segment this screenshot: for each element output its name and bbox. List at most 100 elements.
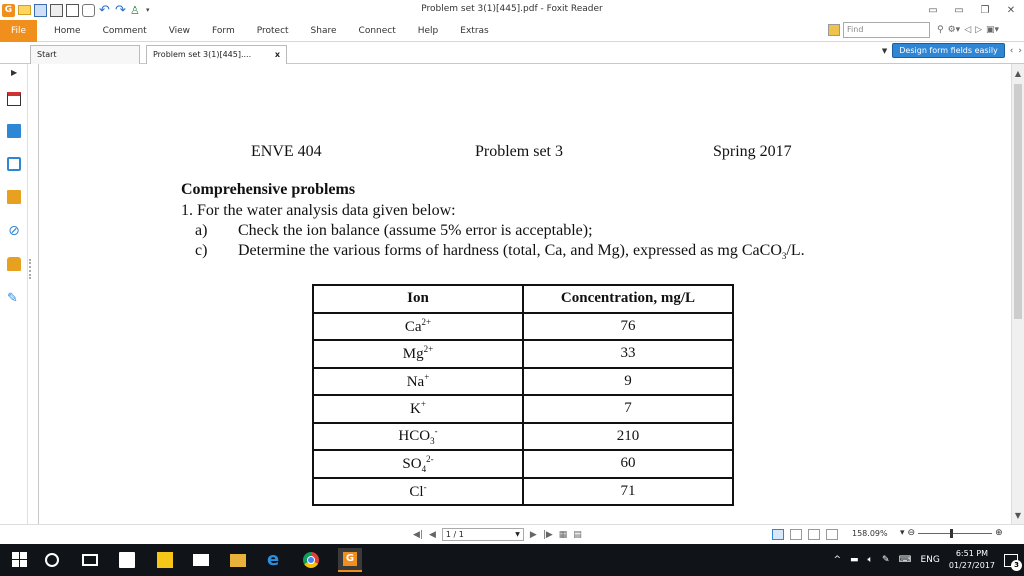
tab-comment[interactable]: Comment <box>92 20 158 42</box>
security-lock-icon[interactable] <box>7 257 21 271</box>
scroll-left-icon[interactable]: ‹ <box>1010 46 1014 56</box>
restore-button[interactable]: ❐ <box>972 5 998 16</box>
continuous-view-icon[interactable] <box>790 529 802 540</box>
store-icon[interactable] <box>119 552 135 568</box>
bookmarks-icon[interactable] <box>7 92 21 106</box>
single-page-view-icon[interactable] <box>772 529 784 540</box>
layers-icon[interactable] <box>7 190 21 204</box>
file-explorer-icon[interactable] <box>230 554 246 567</box>
zoom-level[interactable]: 158.09% <box>852 529 888 538</box>
windows-taskbar: e G ^ ▬ 🔈︎ ✎ ⌨ ENG 6:51 PM 01/27/2017 3 <box>0 544 1024 576</box>
zoom-dropdown-icon[interactable]: ▾ <box>900 528 905 538</box>
chrome-browser-icon[interactable] <box>303 552 319 568</box>
table-row: Na+ 9 <box>312 366 734 396</box>
pages-icon[interactable] <box>7 124 21 138</box>
next-result-icon[interactable]: ▷ <box>975 25 982 35</box>
layout-alt-icon[interactable]: ▤ <box>573 530 582 540</box>
zoom-out-icon[interactable]: ⊖ <box>908 528 916 538</box>
signatures-icon[interactable]: ✎ <box>7 292 21 306</box>
clock-date: 01/27/2017 <box>948 561 995 570</box>
redo-icon[interactable]: ↷ <box>114 4 127 17</box>
tab-share[interactable]: Share <box>300 20 348 42</box>
scroll-thumb[interactable] <box>1014 84 1022 319</box>
print-icon[interactable] <box>50 3 63 17</box>
minimize-button[interactable]: ▭ <box>946 5 972 16</box>
options-icon[interactable]: ▣▾ <box>986 25 999 35</box>
find-bar: Find ⚲ ⚙▾ ◁ ▷ ▣▾ <box>828 22 999 38</box>
zoom-slider[interactable] <box>918 528 993 538</box>
find-input[interactable]: Find <box>843 22 930 38</box>
hand-tool-icon[interactable] <box>82 3 95 17</box>
open-folder-icon[interactable] <box>18 5 31 15</box>
zoom-slider-thumb[interactable] <box>950 528 954 538</box>
find-tool-icon[interactable] <box>828 24 840 36</box>
action-center-icon[interactable]: 3 <box>1004 553 1022 571</box>
first-page-icon[interactable]: ◀| <box>413 530 423 540</box>
search-icon[interactable]: ⚲ <box>937 25 944 35</box>
tab-document[interactable]: Problem set 3(1)[445].... x <box>146 45 287 64</box>
foxit-reader-taskbar-icon[interactable]: G <box>338 548 362 572</box>
attachments-icon[interactable]: ⊘ <box>7 224 21 238</box>
settings-icon[interactable]: ⚙▾ <box>948 25 961 35</box>
continuous-facing-view-icon[interactable] <box>826 529 838 540</box>
battery-icon[interactable]: ▬ <box>850 555 859 565</box>
tab-file[interactable]: File <box>0 19 37 42</box>
design-form-fields-button[interactable]: Design form fields easily <box>892 43 1005 58</box>
expand-panel-icon[interactable]: ▶ <box>11 68 17 77</box>
volume-icon[interactable]: 🔈︎ <box>868 555 873 565</box>
facing-view-icon[interactable] <box>808 529 820 540</box>
previous-result-icon[interactable]: ◁ <box>964 25 971 35</box>
foxit-logo-icon[interactable]: G <box>2 3 15 17</box>
scroll-down-icon[interactable]: ▼ <box>1012 510 1024 522</box>
zoom-in-icon[interactable]: ⊕ <box>995 528 1003 538</box>
close-tab-icon[interactable]: x <box>275 46 280 64</box>
window-controls: ▭ ▭ ❐ ✕ <box>920 0 1024 20</box>
stamp-icon[interactable]: ♙ <box>130 4 143 17</box>
keyboard-icon[interactable]: ⌨ <box>898 555 911 565</box>
show-hidden-icons-icon[interactable]: ^ <box>833 555 841 565</box>
tab-form[interactable]: Form <box>201 20 246 42</box>
layout-icon[interactable]: ▦ <box>559 530 568 540</box>
problem-statement: 1. For the water analysis data given bel… <box>181 202 456 219</box>
vertical-scrollbar[interactable]: ▲ ▼ <box>1011 64 1024 524</box>
table-row: K+ 7 <box>312 394 734 424</box>
tab-view[interactable]: View <box>158 20 201 42</box>
language-indicator[interactable]: ENG <box>920 555 939 565</box>
cortana-search-icon[interactable] <box>45 553 59 567</box>
item-a-label: a) <box>195 222 208 239</box>
next-page-icon[interactable]: ▶ <box>530 530 537 540</box>
ion-cell: HCO3- <box>312 421 524 451</box>
status-bar: ◀| ◀ 1 / 1 ▼ ▶ |▶ ▦ ▤ 158.09% ▾ ⊖ ⊕ <box>0 524 1024 544</box>
last-page-icon[interactable]: |▶ <box>543 530 553 540</box>
start-windows-icon[interactable] <box>12 552 28 568</box>
tab-home[interactable]: Home <box>37 20 92 42</box>
page-number-input[interactable]: 1 / 1 ▼ <box>441 528 524 541</box>
dropdown-icon[interactable]: ▼ <box>882 47 887 55</box>
comments-icon[interactable] <box>7 157 21 171</box>
customize-dropdown-icon[interactable]: ▾ <box>146 4 159 17</box>
concentration-cell: 60 <box>522 449 734 479</box>
task-view-icon[interactable] <box>82 554 98 566</box>
previous-page-icon[interactable]: ◀ <box>429 530 436 540</box>
tab-help[interactable]: Help <box>407 20 450 42</box>
tab-extras[interactable]: Extras <box>449 20 499 42</box>
pen-icon[interactable]: ✎ <box>882 555 890 565</box>
scroll-right-icon[interactable]: › <box>1018 46 1022 56</box>
sticky-notes-icon[interactable] <box>157 552 173 568</box>
clock-time: 6:51 PM <box>955 549 989 558</box>
close-button[interactable]: ✕ <box>998 5 1024 16</box>
tab-protect[interactable]: Protect <box>246 20 300 42</box>
mail-icon[interactable] <box>193 554 209 566</box>
clock[interactable]: 6:51 PM 01/27/2017 <box>949 548 995 572</box>
save-icon[interactable] <box>34 3 47 17</box>
tab-start[interactable]: Start <box>30 45 140 64</box>
email-icon[interactable] <box>66 3 79 17</box>
tab-connect[interactable]: Connect <box>348 20 407 42</box>
edge-browser-icon[interactable]: e <box>267 551 283 569</box>
ribbon-toggle-icon[interactable]: ▭ <box>920 5 946 16</box>
table-row: SO42- 60 <box>312 449 734 479</box>
undo-icon[interactable]: ↶ <box>98 4 111 17</box>
scroll-up-icon[interactable]: ▲ <box>1012 68 1024 80</box>
table-header-row: Ion Concentration, mg/L <box>312 284 734 314</box>
panel-resize-handle[interactable] <box>29 259 32 279</box>
